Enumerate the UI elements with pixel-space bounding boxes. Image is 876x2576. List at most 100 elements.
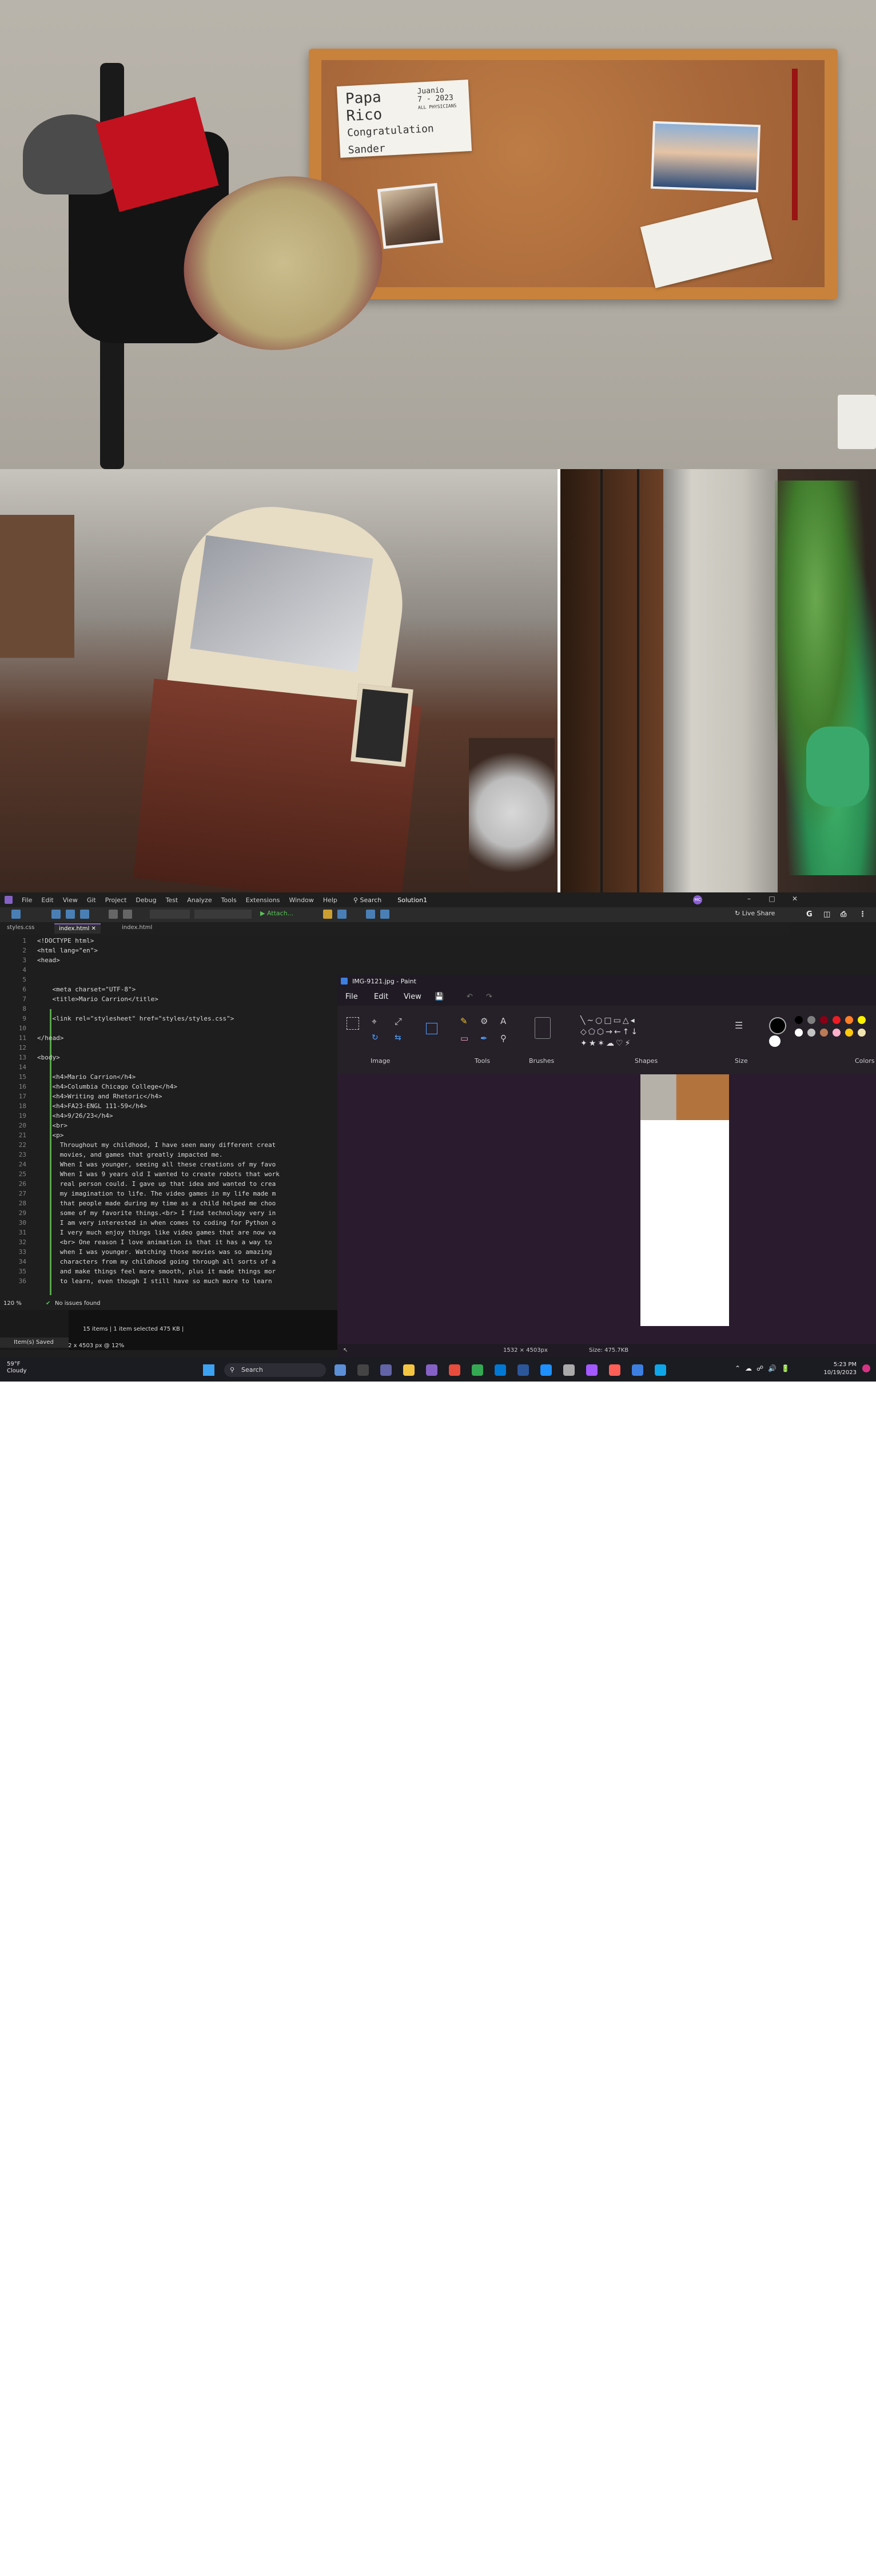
color-1-swatch[interactable]: [769, 1017, 786, 1034]
new-item-icon[interactable]: [11, 910, 21, 919]
code-line[interactable]: some of my favorite things.<br> I find t…: [37, 1209, 276, 1217]
app-icon[interactable]: [586, 1364, 598, 1376]
pencil-icon[interactable]: ✎: [460, 1016, 468, 1026]
save-icon[interactable]: 💾: [435, 993, 444, 1001]
menu-analyze[interactable]: Analyze: [187, 896, 212, 904]
crop-icon[interactable]: ⌖: [372, 1016, 377, 1027]
code-line[interactable]: characters from my childhood going throu…: [37, 1258, 276, 1265]
maximize-icon[interactable]: □: [766, 895, 778, 905]
code-line[interactable]: <!DOCTYPE html>: [37, 937, 94, 944]
zoom-level[interactable]: 120 %: [3, 1300, 22, 1307]
fill-icon[interactable]: ⚙: [480, 1016, 488, 1026]
code-line[interactable]: <link rel="stylesheet" href="styles/styl…: [37, 1015, 234, 1022]
close-icon[interactable]: ✕: [89, 926, 96, 932]
image-fit-icon[interactable]: [426, 1023, 437, 1034]
code-line[interactable]: when I was younger. Watching those movie…: [37, 1248, 272, 1256]
close-icon[interactable]: ✕: [789, 895, 801, 905]
paint-menu-edit[interactable]: Edit: [374, 993, 388, 1001]
menu-file[interactable]: File: [22, 896, 32, 904]
file-explorer-icon[interactable]: [403, 1364, 415, 1376]
palette-swatch[interactable]: [820, 1029, 828, 1037]
code-line[interactable]: that people made during my time as a chi…: [37, 1200, 276, 1207]
menu-project[interactable]: Project: [105, 896, 127, 904]
tab-index-html[interactable]: index.html: [117, 923, 157, 934]
code-line[interactable]: <h4>FA23-ENGL 111-59</h4>: [37, 1102, 147, 1110]
print-icon[interactable]: ⎙: [841, 910, 846, 919]
code-line[interactable]: movies, and games that greatly impacted …: [37, 1151, 223, 1158]
color-picker-icon[interactable]: ✒: [480, 1033, 488, 1043]
text-icon[interactable]: A: [500, 1016, 506, 1026]
chrome-icon[interactable]: [472, 1364, 483, 1376]
account-avatar[interactable]: MC: [693, 895, 702, 904]
panel-icon[interactable]: ◫: [823, 910, 830, 919]
code-line[interactable]: <title>Mario Carrion</title>: [37, 995, 158, 1003]
code-line[interactable]: I very much enjoy things like video game…: [37, 1229, 276, 1236]
more-icon[interactable]: ⋮: [859, 910, 866, 919]
rotate-icon[interactable]: ↻: [372, 1033, 379, 1042]
code-line[interactable]: <p>: [37, 1132, 63, 1139]
code-line[interactable]: to learn, even though I still have so mu…: [37, 1277, 272, 1285]
palette-swatch[interactable]: [807, 1029, 815, 1037]
palette-swatch[interactable]: [845, 1016, 853, 1024]
code-line[interactable]: <body>: [37, 1054, 60, 1061]
code-line[interactable]: and make things feel more smooth, plus i…: [37, 1268, 276, 1275]
teams-icon[interactable]: [380, 1364, 392, 1376]
code-line[interactable]: </head>: [37, 1034, 63, 1042]
paint-menu-file[interactable]: File: [345, 993, 358, 1001]
code-line[interactable]: <h4>Columbia Chicago College</h4>: [37, 1083, 177, 1090]
taskbar-clock[interactable]: 5:23 PM 10/19/2023: [817, 1361, 857, 1377]
app-icon[interactable]: [655, 1364, 666, 1376]
code-line[interactable]: <meta charset="UTF-8">: [37, 986, 136, 993]
tab-index-html-active[interactable]: index.html ✕: [54, 923, 101, 934]
code-line[interactable]: <h4>Writing and Rhetoric</h4>: [37, 1093, 162, 1100]
minimize-icon[interactable]: –: [743, 895, 755, 905]
save-all-icon[interactable]: [80, 910, 89, 919]
code-line[interactable]: my imagination to life. The video games …: [37, 1190, 276, 1197]
undo-icon[interactable]: ↶: [467, 993, 473, 1001]
magnifier-icon[interactable]: ⚲: [500, 1033, 507, 1043]
code-line[interactable]: <br> One reason I love animation is that…: [37, 1239, 272, 1246]
eraser-icon[interactable]: ▭: [460, 1033, 468, 1043]
tab-styles-css[interactable]: styles.css: [2, 923, 39, 934]
weather-widget[interactable]: 59°F Cloudy: [7, 1361, 26, 1375]
toolbar-icon[interactable]: [323, 910, 332, 919]
code-line[interactable]: I am very interested in when comes to co…: [37, 1219, 276, 1227]
word-icon[interactable]: [517, 1364, 529, 1376]
app-icon[interactable]: [449, 1364, 460, 1376]
vs-search[interactable]: ⚲ Search: [353, 896, 381, 904]
code-line[interactable]: <h4>9/26/23</h4>: [37, 1112, 113, 1120]
menu-git[interactable]: Git: [87, 896, 96, 904]
menu-help[interactable]: Help: [323, 896, 337, 904]
app-icon[interactable]: [563, 1364, 575, 1376]
code-line[interactable]: <br>: [37, 1122, 67, 1129]
toolbar-icon[interactable]: [380, 910, 389, 919]
resize-icon[interactable]: ⤢: [395, 1016, 402, 1027]
system-tray-icons[interactable]: ⌃☁☍🔊🔋: [735, 1364, 794, 1372]
undo-icon[interactable]: [109, 910, 118, 919]
taskbar-search[interactable]: ⚲ Search: [224, 1363, 326, 1377]
menu-window[interactable]: Window: [289, 896, 313, 904]
shapes-row-1-icons[interactable]: ╲∼○□▭△◂: [580, 1016, 636, 1025]
palette-swatch[interactable]: [795, 1029, 803, 1037]
configuration-dropdown[interactable]: [150, 910, 190, 919]
palette-swatch[interactable]: [807, 1016, 815, 1024]
toolbar-icon[interactable]: [366, 910, 375, 919]
paint-canvas-area[interactable]: [337, 1074, 876, 1343]
shapes-row-2-icons[interactable]: ◇⬠⬡→←↑↓: [580, 1027, 639, 1037]
live-share-button[interactable]: ↻ Live Share: [735, 910, 775, 917]
code-line[interactable]: <h4>Mario Carrion</h4>: [37, 1073, 136, 1081]
code-line[interactable]: When I was younger, seeing all these cre…: [37, 1161, 276, 1168]
menu-tools[interactable]: Tools: [221, 896, 237, 904]
toolbar-icon[interactable]: [337, 910, 347, 919]
palette-swatch[interactable]: [833, 1016, 841, 1024]
attach-button[interactable]: ▶ Attach...: [260, 910, 293, 917]
task-view-icon[interactable]: [357, 1364, 369, 1376]
palette-swatch[interactable]: [795, 1016, 803, 1024]
palette-swatch[interactable]: [833, 1029, 841, 1037]
save-icon[interactable]: [66, 910, 75, 919]
menu-test[interactable]: Test: [166, 896, 178, 904]
menu-view[interactable]: View: [63, 896, 78, 904]
windows-start-icon[interactable]: [203, 1364, 214, 1376]
code-editor[interactable]: 1 2 3 4 5 6 7 8 9 10 11 12 13 14 15 16 17 18 19 20 21 22 23 24 2…: [0, 935, 337, 1299]
select-icon[interactable]: [347, 1017, 359, 1030]
